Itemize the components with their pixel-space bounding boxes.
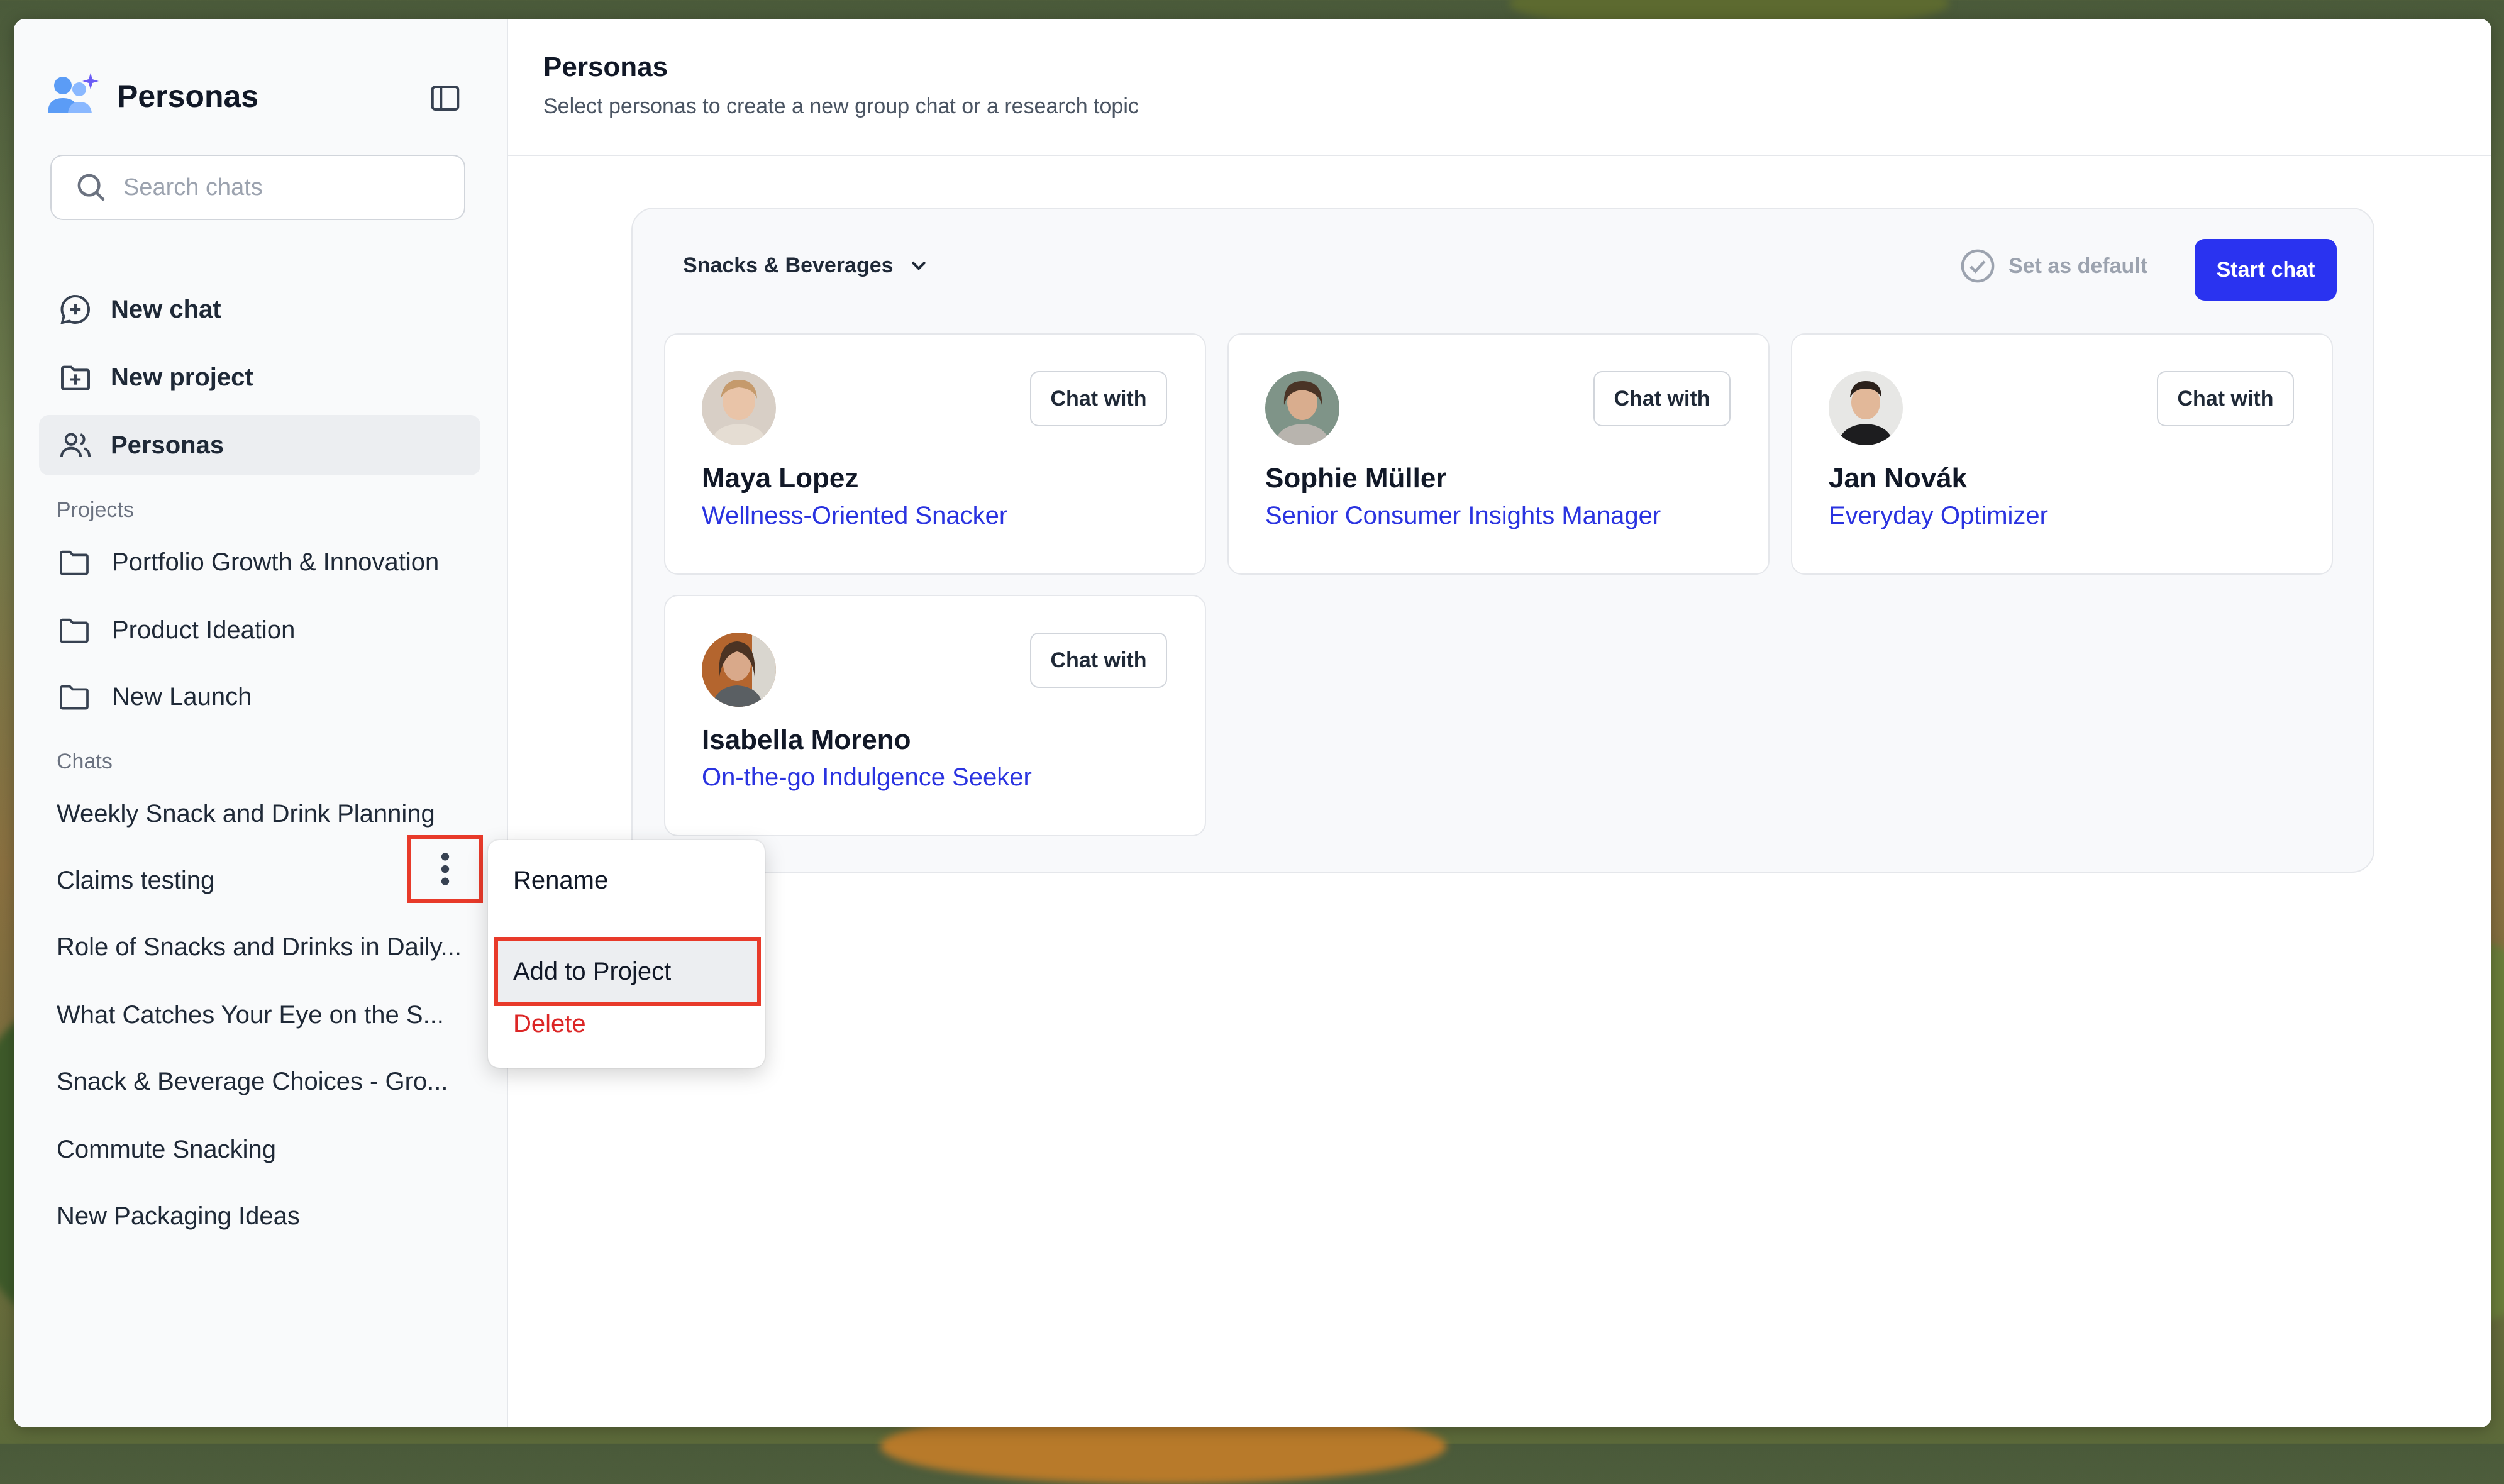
personas-panel: Snacks & Beverages Set as default Start … (631, 208, 2374, 873)
persona-card[interactable]: Chat with Jan Novák Everyday Optimizer (1791, 333, 2333, 575)
page-title: Personas (543, 52, 668, 82)
more-vertical-icon (441, 853, 450, 885)
app-window: Personas New chat (14, 19, 2491, 1427)
folder-icon (60, 618, 89, 643)
chat-item[interactable]: Role of Snacks and Drinks in Daily... (57, 922, 465, 972)
chat-context-menu: Rename Add to Project Delete (488, 840, 765, 1068)
folder-icon (60, 685, 89, 710)
search-box[interactable] (50, 155, 465, 220)
search-input[interactable] (122, 173, 451, 202)
persona-name: Jan Novák (1829, 463, 1968, 494)
chat-item[interactable]: Commute Snacking (57, 1124, 465, 1175)
chevron-down-icon (911, 261, 926, 270)
project-item[interactable]: Portfolio Growth & Innovation (57, 537, 439, 587)
new-chat-icon (60, 295, 90, 324)
chat-item[interactable]: What Catches Your Eye on the S... (57, 990, 465, 1040)
users-icon (60, 433, 91, 457)
persona-card[interactable]: Chat with Maya Lopez Wellness-Oriented S… (664, 333, 1206, 575)
persona-card[interactable]: Chat with Isabella Moreno On-the-go Indu… (664, 595, 1206, 836)
chat-item[interactable]: Claims testing (57, 855, 465, 905)
brand-title: Personas (117, 78, 259, 114)
new-project-folder-icon (61, 365, 90, 390)
persona-role[interactable]: Wellness-Oriented Snacker (702, 502, 1007, 530)
nav-personas-label: Personas (111, 431, 224, 459)
avatar (702, 633, 776, 707)
nav-new-project-label: New project (111, 363, 253, 391)
nav-personas[interactable]: Personas (39, 415, 480, 475)
menu-item-add-to-project[interactable]: Add to Project (494, 937, 761, 1006)
chat-with-button[interactable]: Chat with (2157, 371, 2294, 426)
sidebar: Personas New chat (14, 19, 508, 1427)
chats-section-label: Chats (57, 750, 113, 773)
project-label: Portfolio Growth & Innovation (112, 548, 440, 576)
category-dropdown[interactable]: Snacks & Beverages (683, 253, 931, 278)
set-as-default-button[interactable]: Set as default (1959, 248, 2147, 284)
avatar (1265, 371, 1339, 445)
persona-name: Isabella Moreno (702, 724, 911, 755)
folder-icon (60, 550, 89, 575)
project-item[interactable]: New Launch (57, 672, 252, 722)
start-chat-button[interactable]: Start chat (2195, 239, 2337, 301)
search-icon (77, 174, 105, 201)
set-as-default-label: Set as default (2008, 253, 2148, 278)
check-circle-icon (1961, 249, 1995, 283)
chat-with-button[interactable]: Chat with (1030, 633, 1167, 688)
page-subtitle: Select personas to create a new group ch… (543, 94, 1139, 118)
chat-item[interactable]: Snack & Beverage Choices - Gro... (57, 1056, 465, 1107)
persona-name: Sophie Müller (1265, 463, 1447, 494)
chat-item[interactable]: New Packaging Ideas (57, 1191, 465, 1241)
toggle-sidebar-button[interactable] (423, 75, 468, 121)
menu-item-delete[interactable]: Delete (513, 1010, 586, 1038)
brand: Personas (45, 72, 258, 120)
chat-item[interactable]: Weekly Snack and Drink Planning (57, 789, 465, 839)
persona-role[interactable]: Senior Consumer Insights Manager (1265, 502, 1661, 530)
menu-item-rename[interactable]: Rename (513, 867, 608, 895)
main-content: Personas Select personas to create a new… (508, 19, 2491, 1427)
nav-new-chat-label: New chat (111, 295, 221, 323)
personas-logo-icon (45, 72, 101, 120)
avatar (702, 371, 776, 445)
category-label: Snacks & Beverages (683, 253, 894, 277)
nav-new-chat[interactable]: New chat (39, 279, 480, 340)
page-header: Personas Select personas to create a new… (508, 19, 2491, 156)
persona-card[interactable]: Chat with Sophie Müller Senior Consumer … (1227, 333, 1770, 575)
chat-with-button[interactable]: Chat with (1593, 371, 1731, 426)
persona-role[interactable]: On-the-go Indulgence Seeker (702, 763, 1032, 792)
projects-section-label: Projects (57, 498, 134, 522)
project-item[interactable]: Product Ideation (57, 605, 295, 655)
project-label: New Launch (112, 682, 252, 711)
avatar (1829, 371, 1903, 445)
nav-new-project[interactable]: New project (39, 347, 480, 407)
project-label: Product Ideation (112, 616, 296, 644)
persona-role[interactable]: Everyday Optimizer (1829, 502, 2048, 530)
chat-more-options-button[interactable] (407, 835, 483, 903)
persona-name: Maya Lopez (702, 463, 859, 494)
sidebar-toggle-icon (431, 85, 460, 111)
chat-with-button[interactable]: Chat with (1030, 371, 1167, 426)
